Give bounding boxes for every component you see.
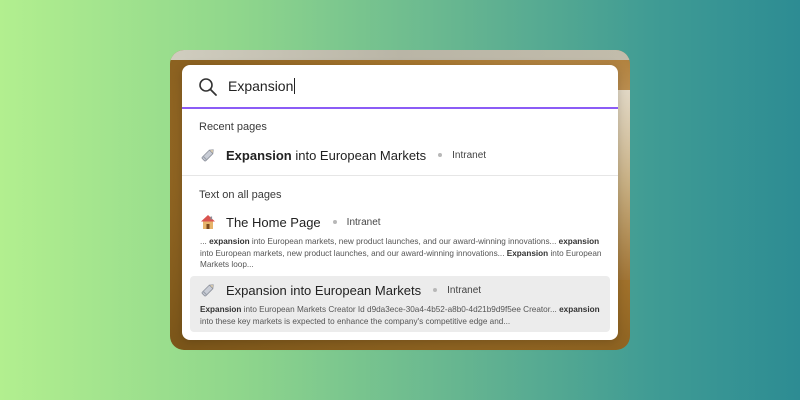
result-title: Expansion into European Markets (226, 282, 422, 298)
snippet-highlight: expansion (558, 237, 600, 246)
recent-pages-heading: Recent pages (199, 121, 267, 133)
snippet-highlight: Expansion (506, 248, 549, 258)
result-site: Intranet (346, 216, 381, 228)
separator-dot (438, 153, 443, 157)
search-panel: Expansion Recent pages Expansion into Eu… (182, 65, 618, 340)
snippet-text: ... (200, 237, 210, 246)
recent-page-title: Expansion into European Markets (226, 147, 427, 163)
separator-dot (433, 288, 438, 292)
pencil-icon (200, 147, 216, 163)
house-icon (200, 214, 216, 230)
snippet-highlight: expansion (209, 237, 250, 246)
text-on-pages-heading: Text on all pages (199, 189, 282, 201)
recent-page-site: Intranet (452, 149, 487, 161)
search-icon (198, 77, 218, 97)
pencil-icon (200, 282, 216, 298)
snippet-highlight: expansion (559, 305, 600, 314)
recent-page-item[interactable]: Expansion into European Markets Intranet (190, 143, 610, 167)
result-site: Intranet (447, 284, 482, 296)
search-bar[interactable]: Expansion (182, 65, 618, 109)
search-result-item-selected[interactable]: Expansion into European Markets Intranet… (190, 276, 610, 332)
text-caret (294, 78, 296, 94)
result-snippet: Expansion into European Markets Creator … (200, 304, 602, 327)
section-divider (182, 175, 618, 176)
snippet-text: into European Markets Creator Id d9da3ec… (241, 305, 560, 314)
snippet-text: into European markets, new product launc… (200, 248, 507, 258)
snippet-text: into European markets, new product launc… (249, 237, 559, 246)
snippet-highlight: Expansion (200, 305, 242, 314)
result-snippet: ... expansion into European markets, new… (200, 236, 602, 271)
snippet-text: into these key markets is expected to en… (200, 316, 511, 326)
result-title: The Home Page (226, 214, 321, 230)
separator-dot (332, 220, 337, 224)
search-result-item[interactable]: The Home Page Intranet ... expansion int… (190, 210, 610, 272)
search-input[interactable]: Expansion (228, 78, 296, 94)
search-query: Expansion (228, 78, 294, 94)
